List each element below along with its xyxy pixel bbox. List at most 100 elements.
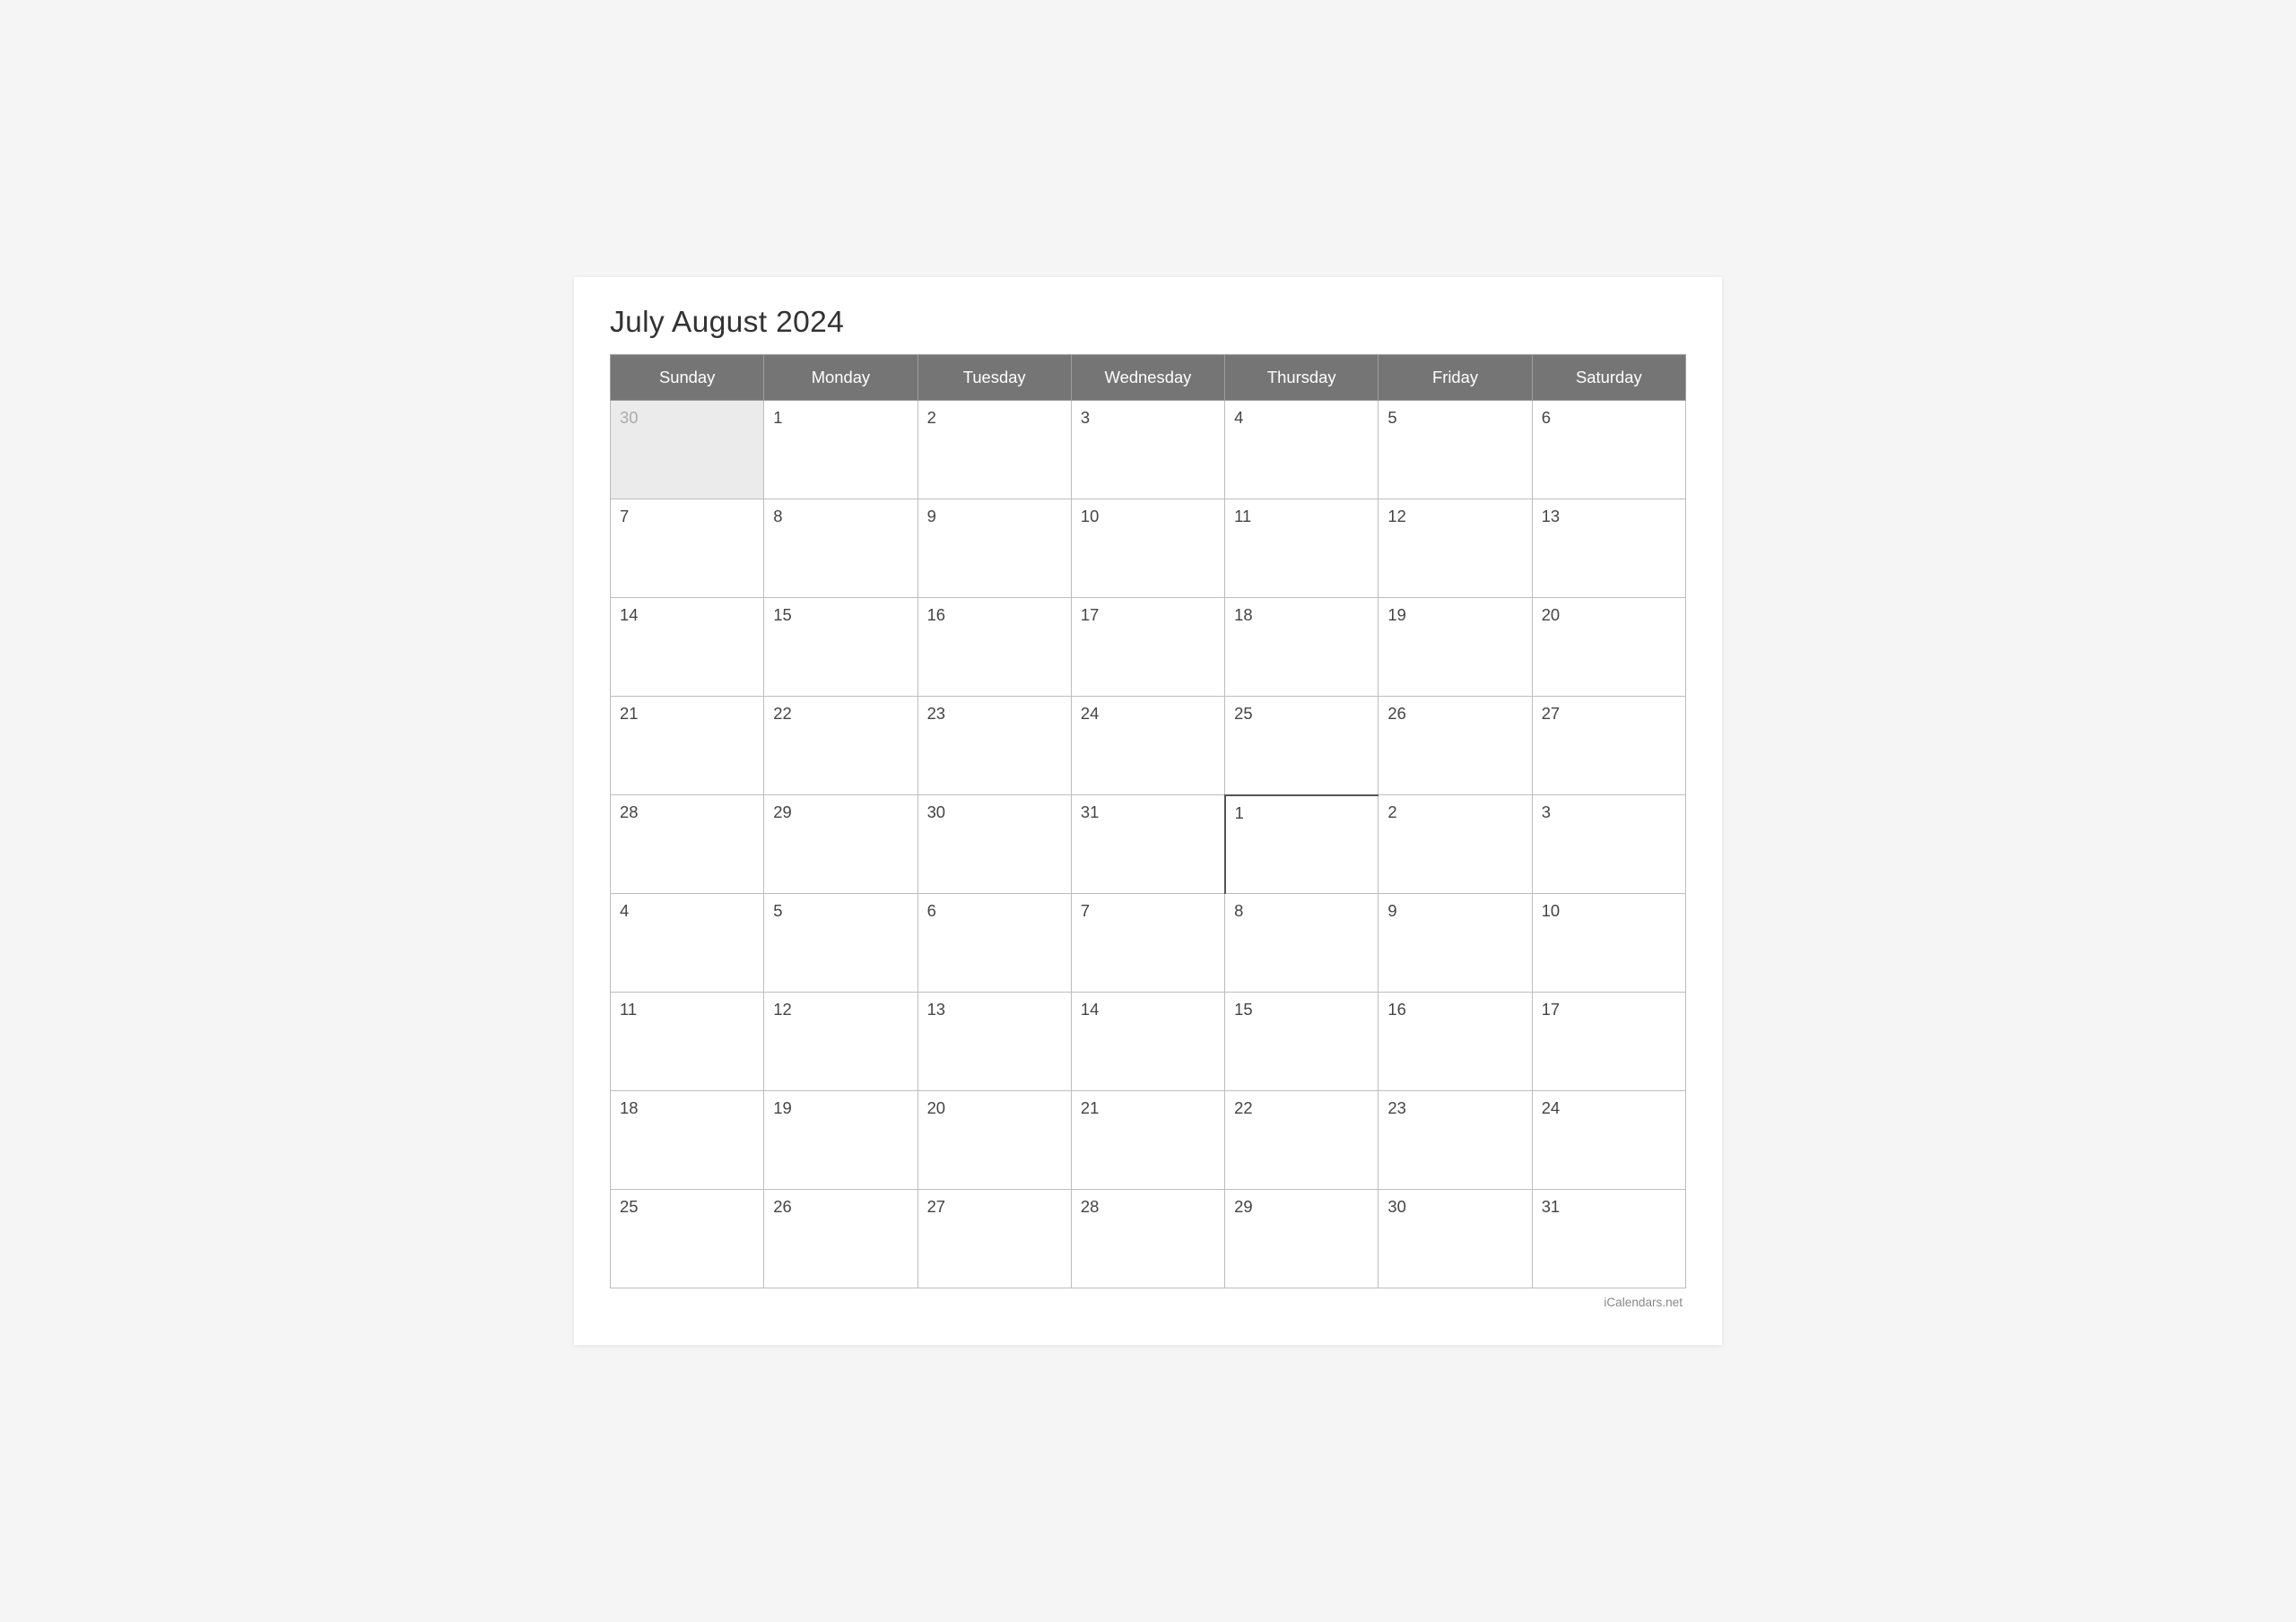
day-number: 6 (927, 901, 1062, 921)
calendar-day-cell: 22 (1225, 1091, 1378, 1190)
calendar-day-cell: 30 (1378, 1190, 1532, 1288)
calendar-day-cell: 15 (1225, 993, 1378, 1091)
calendar-day-cell: 20 (1532, 598, 1685, 697)
day-number: 24 (1081, 704, 1215, 724)
header-day-wednesday: Wednesday (1071, 355, 1224, 401)
day-number: 1 (773, 408, 908, 428)
day-number: 6 (1542, 408, 1676, 428)
calendar-week-row: 14151617181920 (611, 598, 1686, 697)
calendar-title: July August 2024 (610, 306, 1686, 340)
day-number: 17 (1542, 1000, 1676, 1019)
calendar-day-cell: 13 (1532, 499, 1685, 598)
calendar-day-cell: 5 (1378, 401, 1532, 499)
calendar-day-cell: 11 (611, 993, 764, 1091)
calendar-day-cell: 1 (764, 401, 918, 499)
day-number: 23 (927, 704, 1062, 724)
day-number: 15 (1234, 1000, 1369, 1019)
day-number: 4 (620, 901, 754, 921)
calendar-day-cell: 26 (1378, 697, 1532, 795)
day-number: 25 (1234, 704, 1369, 724)
day-number: 8 (1234, 901, 1369, 921)
calendar-day-cell: 21 (611, 697, 764, 795)
day-number: 26 (1387, 704, 1522, 724)
calendar-day-cell: 21 (1071, 1091, 1224, 1190)
calendar-day-cell: 1 (1225, 795, 1378, 894)
day-number: 12 (773, 1000, 908, 1019)
calendar-week-row: 456789 10 (611, 894, 1686, 993)
day-number: 15 (773, 605, 908, 625)
day-number: 19 (773, 1098, 908, 1118)
calendar-container: July August 2024 SundayMondayTuesdayWedn… (574, 277, 1722, 1345)
day-number: 4 (1234, 408, 1369, 428)
calendar-day-cell: 16 (1378, 993, 1532, 1091)
calendar-day-cell: 20 (918, 1091, 1071, 1190)
day-number: 31 (1081, 802, 1215, 822)
calendar-day-cell: 12 (1378, 499, 1532, 598)
calendar-day-cell: 29 (1225, 1190, 1378, 1288)
day-number: 30 (927, 802, 1062, 822)
day-number: 5 (773, 901, 908, 921)
day-number: 27 (1542, 704, 1676, 724)
day-number: 7 (1081, 901, 1215, 921)
day-number: 2 (927, 408, 1062, 428)
day-number: 22 (1234, 1098, 1369, 1118)
day-number: 11 (620, 1000, 754, 1019)
calendar-day-cell: 19 (764, 1091, 918, 1190)
calendar-day-cell: 10 (1071, 499, 1224, 598)
calendar-day-cell: 31 (1532, 1190, 1685, 1288)
calendar-day-cell: 25 (1225, 697, 1378, 795)
day-number: 11 (1234, 507, 1369, 526)
calendar-week-row: 11 12 13 14 15 16 17 (611, 993, 1686, 1091)
calendar-day-cell: 5 (764, 894, 918, 993)
day-number: 20 (927, 1098, 1062, 1118)
calendar-day-cell: 2 (918, 401, 1071, 499)
calendar-day-cell: 25 (611, 1190, 764, 1288)
day-number: 10 (1542, 901, 1676, 921)
day-number: 13 (927, 1000, 1062, 1019)
calendar-day-cell: 9 (1378, 894, 1532, 993)
calendar-day-cell: 28 (611, 795, 764, 894)
day-number: 14 (620, 605, 754, 625)
day-number: 22 (773, 704, 908, 724)
calendar-day-cell: 6 (918, 894, 1071, 993)
day-number: 3 (1081, 408, 1215, 428)
calendar-day-cell: 22 (764, 697, 918, 795)
calendar-day-cell: 23 (918, 697, 1071, 795)
calendar-day-cell: 18 (611, 1091, 764, 1190)
calendar-day-cell: 8 (764, 499, 918, 598)
calendar-week-row: 28293031123 (611, 795, 1686, 894)
day-number: 23 (1387, 1098, 1522, 1118)
day-number: 17 (1081, 605, 1215, 625)
calendar-week-row: 18192021222324 (611, 1091, 1686, 1190)
day-number: 19 (1387, 605, 1522, 625)
day-number: 25 (620, 1197, 754, 1217)
day-number: 1 (1235, 803, 1370, 823)
calendar-day-cell: 17 (1071, 598, 1224, 697)
calendar-day-cell: 27 (918, 1190, 1071, 1288)
calendar-day-cell: 7 (1071, 894, 1224, 993)
day-number: 7 (620, 507, 754, 526)
day-number: 21 (1081, 1098, 1215, 1118)
day-number: 3 (1542, 802, 1676, 822)
header-day-sunday: Sunday (611, 355, 764, 401)
day-number: 16 (927, 605, 1062, 625)
calendar-day-cell: 30 (918, 795, 1071, 894)
day-number: 26 (773, 1197, 908, 1217)
calendar-day-cell: 6 (1532, 401, 1685, 499)
day-number: 30 (1387, 1197, 1522, 1217)
header-day-saturday: Saturday (1532, 355, 1685, 401)
calendar-week-row: 25 26 27 28 29 30 31 (611, 1190, 1686, 1288)
calendar-day-cell: 4 (611, 894, 764, 993)
calendar-day-cell: 19 (1378, 598, 1532, 697)
day-number: 27 (927, 1197, 1062, 1217)
header-day-friday: Friday (1378, 355, 1532, 401)
calendar-day-cell: 28 (1071, 1190, 1224, 1288)
day-number: 14 (1081, 1000, 1215, 1019)
day-number: 29 (1234, 1197, 1369, 1217)
day-number: 10 (1081, 507, 1215, 526)
calendar-table: SundayMondayTuesdayWednesdayThursdayFrid… (610, 354, 1686, 1288)
calendar-day-cell: 15 (764, 598, 918, 697)
calendar-day-cell: 14 (1071, 993, 1224, 1091)
day-number: 20 (1542, 605, 1676, 625)
calendar-week-row: 78910111213 (611, 499, 1686, 598)
